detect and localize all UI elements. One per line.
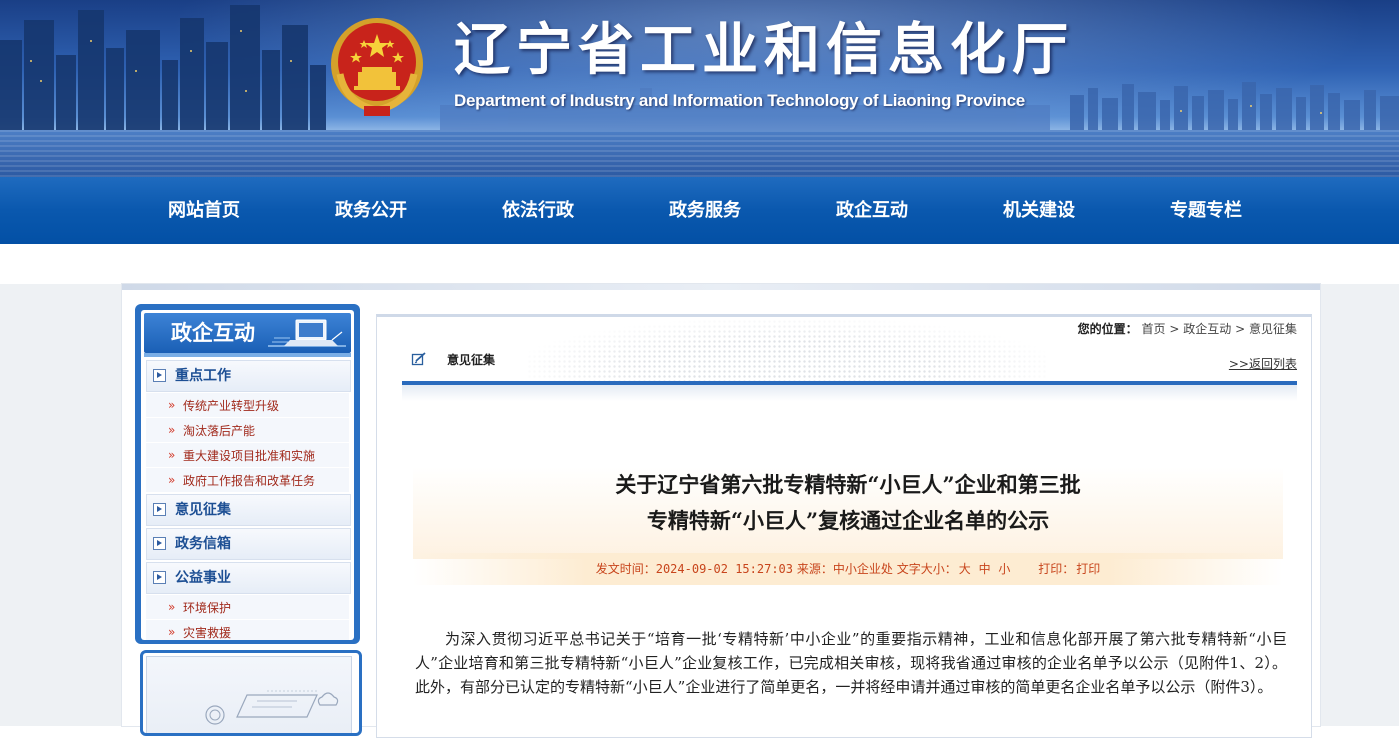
sidebar-section-public-welfare[interactable]: 公益事业 — [146, 562, 351, 594]
sidebar-promo-box[interactable] — [140, 650, 362, 736]
site-title-en: Department of Industry and Information T… — [454, 91, 1025, 110]
sidebar-title: 政企互动 — [171, 321, 255, 345]
article-title-line2: 专精特新“小巨人”复核通过企业名单的公示 — [646, 508, 1050, 533]
nav-item-organ[interactable]: 机关建设 — [964, 177, 1114, 244]
breadcrumb-current[interactable]: 意见征集 — [1249, 322, 1297, 336]
article-body: 为深入贯彻习近平总书记关于“培育一批‘专精特新’中小企业”的重要指示精神，工业和… — [415, 630, 1287, 696]
sidebar-header: 政企互动 — [144, 313, 351, 353]
sidebar-subitem-report[interactable]: » 政府工作报告和改革任务 — [146, 468, 349, 492]
bullet-icon: » — [168, 600, 176, 614]
nav-item-service[interactable]: 政务服务 — [630, 177, 780, 244]
site-title-cn: 辽宁省工业和信息化厅 — [454, 18, 1074, 83]
content-top-strip — [122, 284, 1320, 290]
sidebar-subitem-eliminate[interactable]: » 淘汰落后产能 — [146, 418, 349, 442]
breadcrumb-home-link[interactable]: 首页 — [1142, 322, 1166, 336]
main-nav: 网站首页 政务公开 依法行政 政务服务 政企互动 机关建设 专题专栏 — [0, 177, 1399, 244]
column-divider-shadow — [402, 385, 1297, 401]
nav-item-topics[interactable]: 专题专栏 — [1131, 177, 1281, 244]
sidebar-subitem-label: 政府工作报告和改革任务 — [183, 474, 316, 488]
bullet-icon: » — [168, 398, 176, 412]
edit-icon — [411, 352, 426, 366]
sidebar-subitem-transform[interactable]: » 传统产业转型升级 — [146, 393, 349, 417]
breadcrumb: 您的位置： 首页 > 政企互动 > 意见征集 — [1078, 320, 1297, 337]
sidebar-section-label: 重点工作 — [175, 368, 231, 384]
sidebar-section-label: 政务信箱 — [175, 536, 231, 552]
meta-print-label: 打印： — [1038, 562, 1075, 576]
meta-date: 2024-09-02 15:27:03 — [655, 562, 794, 576]
header-banner: 辽宁省工业和信息化厅 Department of Industry and In… — [0, 0, 1399, 177]
meta-date-label: 发文时间： — [595, 562, 656, 576]
sidebar-subitem-label: 淘汰落后产能 — [183, 424, 256, 438]
article-title: 关于辽宁省第六批专精特新“小巨人”企业和第三批 专精特新“小巨人”复核通过企业名… — [413, 467, 1283, 559]
meta-font-label: 文字大小： — [896, 562, 957, 576]
nav-item-home[interactable]: 网站首页 — [129, 177, 279, 244]
expand-arrow-icon — [153, 369, 166, 382]
breadcrumb-separator: > — [1235, 322, 1246, 336]
expand-arrow-icon — [153, 537, 166, 550]
bullet-icon: » — [168, 423, 176, 437]
sidebar-section-opinion[interactable]: 意见征集 — [146, 494, 351, 526]
breadcrumb-interaction-link[interactable]: 政企互动 — [1183, 322, 1231, 336]
meta-source: 中小企业处 — [832, 562, 893, 576]
sidebar-subitem-label: 灾害救援 — [183, 626, 232, 640]
sidebar-subitem-projects[interactable]: » 重大建设项目批准和实施 — [146, 443, 349, 467]
laptop-icon — [268, 319, 346, 347]
sidebar-section-key-work[interactable]: 重点工作 — [146, 360, 351, 392]
sidebar-section-label: 意见征集 — [175, 502, 231, 518]
sidebar: 政企互动 重点工作 » 传统产业转型升级 » 淘汰落后产能 » 重大建设项目批准… — [135, 304, 360, 644]
river-water — [0, 130, 1399, 177]
sidebar-subitem-disaster[interactable]: » 灾害救援 — [146, 620, 349, 640]
font-size-medium-button[interactable]: 中 — [979, 562, 991, 576]
column-name: 意见征集 — [447, 353, 496, 367]
world-map-background — [527, 319, 1047, 389]
bullet-icon: » — [168, 448, 176, 462]
sidebar-subitem-label: 环境保护 — [183, 601, 232, 615]
national-emblem-icon — [331, 18, 423, 116]
back-to-list-link[interactable]: >>返回列表 — [1229, 355, 1297, 372]
print-button[interactable]: 打印 — [1076, 562, 1100, 576]
font-size-small-button[interactable]: 小 — [998, 562, 1010, 576]
service-illustration-icon — [205, 690, 339, 725]
breadcrumb-prefix: 您的位置： — [1077, 322, 1138, 336]
sidebar-subitem-label: 传统产业转型升级 — [183, 399, 280, 413]
sidebar-subitem-environment[interactable]: » 环境保护 — [146, 595, 349, 619]
article-title-line1: 关于辽宁省第六批专精特新“小巨人”企业和第三批 — [615, 472, 1081, 497]
nav-item-law[interactable]: 依法行政 — [463, 177, 613, 244]
expand-arrow-icon — [153, 503, 166, 516]
bullet-icon: » — [168, 473, 176, 487]
font-size-large-button[interactable]: 大 — [959, 562, 971, 576]
expand-arrow-icon — [153, 571, 166, 584]
sidebar-section-label: 公益事业 — [175, 570, 231, 586]
sidebar-inner: 政企互动 重点工作 » 传统产业转型升级 » 淘汰落后产能 » 重大建设项目批准… — [141, 310, 354, 640]
bullet-icon: » — [168, 625, 176, 639]
breadcrumb-separator: > — [1169, 322, 1180, 336]
sidebar-subitem-label: 重大建设项目批准和实施 — [183, 449, 316, 463]
meta-source-label: 来源： — [796, 562, 833, 576]
main-panel: 您的位置： 首页 > 政企互动 > 意见征集 意见征集 >>返回列表 关于辽宁省… — [376, 314, 1312, 738]
article-meta: 发文时间：2024-09-02 15:27:03 来源：中小企业处 文字大小：大… — [413, 553, 1283, 585]
sidebar-section-mailbox[interactable]: 政务信箱 — [146, 528, 351, 560]
sidebar-promo-inner — [146, 656, 352, 733]
sidebar-header-underline — [144, 353, 351, 357]
nav-item-interaction[interactable]: 政企互动 — [797, 177, 947, 244]
nav-item-gov-open[interactable]: 政务公开 — [296, 177, 446, 244]
